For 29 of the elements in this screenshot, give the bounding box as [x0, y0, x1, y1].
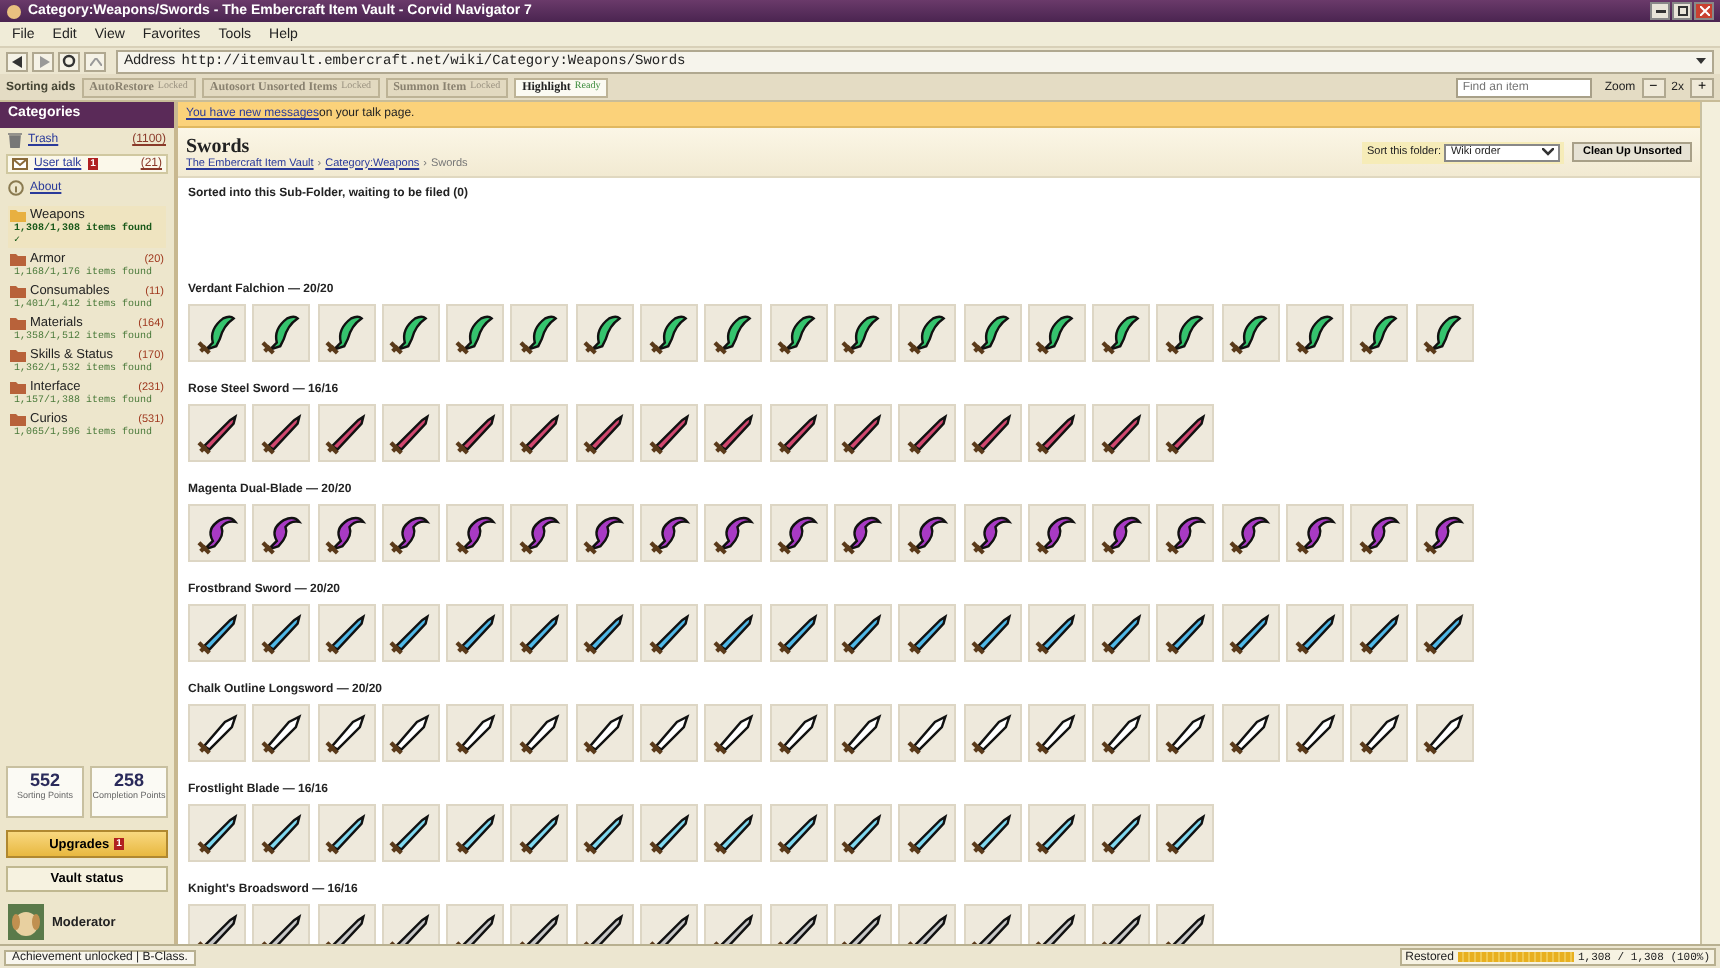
chevron-down-icon: [1542, 148, 1555, 156]
info-icon: [8, 180, 24, 196]
close-button[interactable]: [1694, 2, 1714, 20]
folder-icon: [10, 412, 26, 426]
refresh-button[interactable]: [58, 51, 80, 71]
envelope-icon: [12, 158, 28, 170]
maximize-button[interactable]: [1672, 2, 1692, 20]
up-icon: [89, 57, 101, 65]
folder-icon: [10, 252, 26, 266]
back-icon: [11, 55, 23, 67]
refresh-icon: [62, 54, 76, 68]
folder-icon: [10, 348, 26, 362]
folder-icon: [10, 284, 26, 298]
back-button[interactable]: [6, 51, 28, 71]
folder-icon: [10, 380, 26, 394]
forward-icon: [37, 55, 49, 67]
maximize-icon: [1677, 6, 1687, 16]
minimize-button[interactable]: [1650, 2, 1670, 20]
trash-icon: [8, 132, 22, 148]
dropdown-icon: [1696, 58, 1706, 64]
page-title: Swords: [186, 135, 252, 157]
close-icon: [1699, 6, 1709, 16]
folder-icon: [10, 316, 26, 330]
dog-avatar-icon: [8, 904, 44, 940]
minimize-icon: [1655, 9, 1665, 13]
points-value: 258: [113, 770, 145, 790]
points-value: 552: [29, 770, 61, 790]
app-icon: [6, 3, 22, 19]
folder-icon: [10, 208, 26, 222]
